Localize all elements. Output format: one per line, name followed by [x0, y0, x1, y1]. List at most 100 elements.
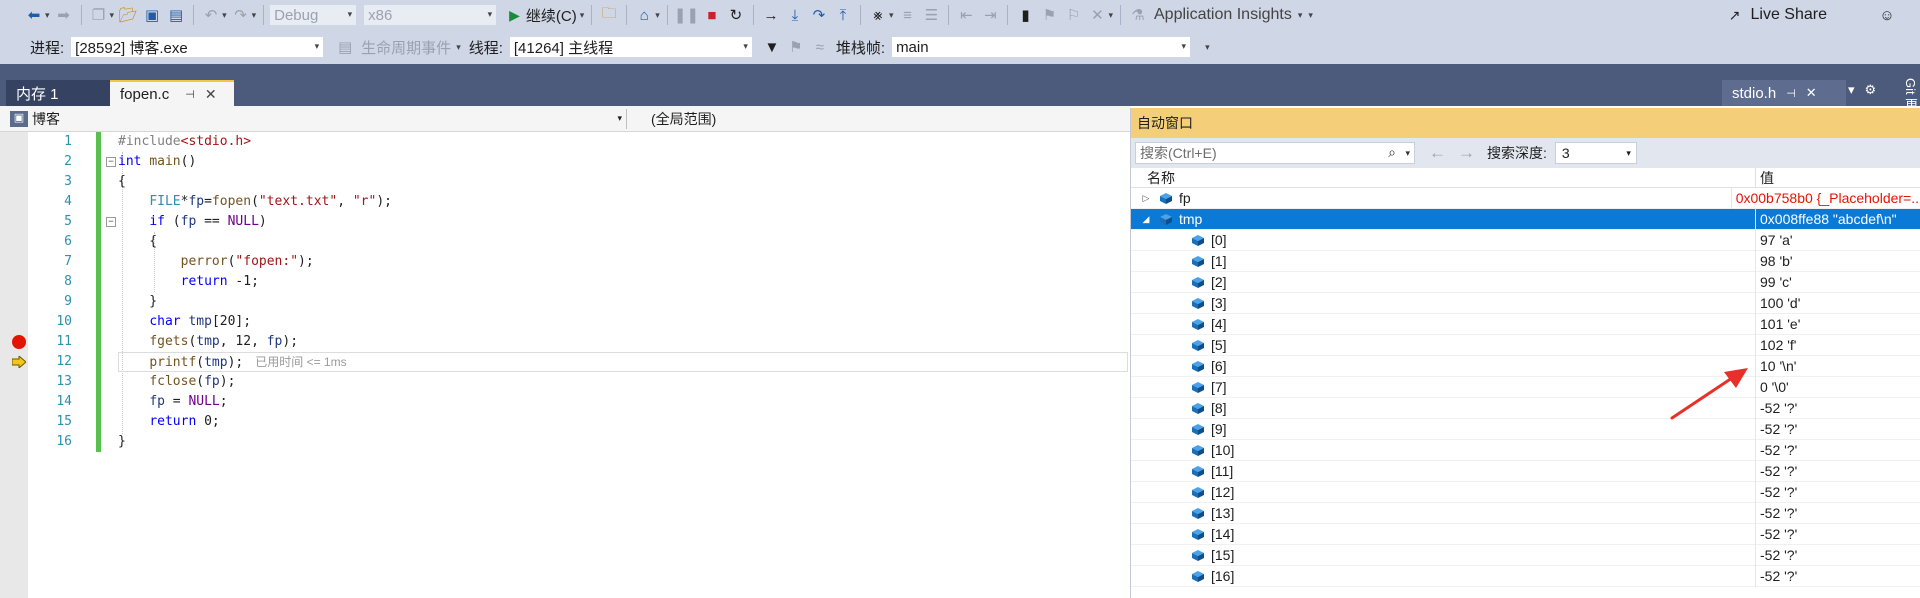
browser-link-dropdown[interactable]: ▾	[655, 10, 660, 21]
instruction-pointer-icon[interactable]	[12, 356, 26, 368]
process-select[interactable]: [28592] 博客.exe ▾	[70, 36, 325, 58]
live-share-button[interactable]: Live Share	[1751, 6, 1828, 24]
autos-row[interactable]: [10] -52 '?'	[1131, 439, 1920, 461]
redo-icon[interactable]: ↷	[230, 3, 252, 27]
open-file-icon[interactable]: 📂︎	[117, 3, 139, 27]
navigate-back-dropdown[interactable]: ▾	[45, 10, 50, 21]
column-header-name[interactable]: 名称	[1131, 168, 1756, 187]
toolbar-overflow-dropdown-3[interactable]: ▾	[1205, 42, 1210, 53]
pin-icon[interactable]: ⊣	[185, 88, 195, 101]
stack-threads-icon[interactable]: ≈	[809, 35, 831, 59]
solution-configuration-select[interactable]: Debug ▾	[269, 4, 358, 26]
process-label: 进程:	[30, 39, 65, 57]
expand-icon[interactable]: ▷	[1139, 193, 1153, 204]
toggle-comment-icon[interactable]: ≡	[896, 3, 918, 27]
thread-select[interactable]: [41264] 主线程 ▾	[508, 36, 753, 58]
autos-row[interactable]: [1] 98 'b'	[1131, 250, 1920, 272]
project-select[interactable]: ▣ 博客 ▾	[10, 109, 622, 129]
code-text[interactable]: #include<stdio.h> int main() { FILE*fp=f…	[118, 132, 1128, 452]
solution-platform-select[interactable]: x86 ▾	[363, 4, 498, 26]
uncomment-icon[interactable]: ☰	[920, 3, 942, 27]
autos-row[interactable]: [12] -52 '?'	[1131, 481, 1920, 503]
undo-icon[interactable]: ↶	[200, 3, 222, 27]
autos-row[interactable]: [14] -52 '?'	[1131, 523, 1920, 545]
autos-title-bar[interactable]: 自动窗口	[1131, 108, 1920, 138]
elapsed-time-hint[interactable]: 已用时间 <= 1ms	[255, 355, 346, 369]
flag-threads-icon[interactable]: ⚑	[785, 35, 807, 59]
collapse-if-icon[interactable]: −	[106, 217, 116, 227]
account-feedback-icon[interactable]: ☺	[1876, 3, 1898, 27]
next-bookmark-icon[interactable]: ⚐	[1062, 3, 1084, 27]
step-out-icon[interactable]: ⤒	[832, 3, 854, 27]
search-options-dropdown-icon[interactable]: ▾	[1405, 148, 1410, 159]
tab-stdio-h[interactable]: stdio.h ⊣ ✕	[1722, 80, 1846, 106]
previous-bookmark-icon[interactable]: ⚑	[1038, 3, 1060, 27]
lifecycle-events-dropdown[interactable]: ▾	[456, 42, 461, 53]
filter-icon[interactable]: ▼	[761, 35, 783, 59]
continue-dropdown[interactable]: ▾	[580, 10, 585, 21]
autos-row[interactable]: ▷ fp 0x00b758b0 {_Placeholder=...}	[1131, 187, 1920, 209]
search-previous-icon[interactable]: ←	[1429, 143, 1446, 163]
collapse-icon[interactable]: ◢	[1139, 214, 1153, 225]
tab-fopen-c[interactable]: fopen.c ⊣ ✕	[110, 80, 234, 106]
save-all-icon[interactable]: ▤	[165, 3, 187, 27]
search-icon[interactable]: ⌕	[1388, 144, 1396, 161]
save-icon[interactable]: ▣	[141, 3, 163, 27]
undo-dropdown[interactable]: ▾	[222, 10, 227, 21]
autos-row[interactable]: [2] 99 'c'	[1131, 271, 1920, 293]
toolbar-overflow-dropdown-2[interactable]: ▾	[1308, 10, 1313, 21]
tab-memory-1[interactable]: 内存 1	[6, 80, 110, 106]
new-item-dropdown[interactable]: ▾	[110, 10, 115, 21]
autos-row[interactable]: [0] 97 'a'	[1131, 229, 1920, 251]
step-into-icon[interactable]: ⤓	[784, 3, 806, 27]
column-header-value[interactable]: 值	[1756, 168, 1774, 187]
restart-icon[interactable]: ↻	[725, 3, 747, 27]
stop-icon[interactable]: ■	[701, 3, 723, 27]
collapse-main-icon[interactable]: −	[106, 157, 116, 167]
scope-select[interactable]: (全局范围)	[626, 109, 1126, 129]
navigate-back-icon[interactable]: ⬅	[23, 3, 45, 27]
autos-row[interactable]: [9] -52 '?'	[1131, 418, 1920, 440]
stack-frame-select[interactable]: main ▾	[891, 36, 1192, 58]
close-icon[interactable]: ✕	[1806, 85, 1817, 101]
new-item-icon[interactable]: ❐	[88, 3, 110, 27]
decrease-indent-icon[interactable]: ⇤	[955, 3, 977, 27]
autos-row[interactable]: [5] 102 'f'	[1131, 334, 1920, 356]
code-editor[interactable]: 1 2 3 4 5 6 7 8 9 10 11 12 13 14 15 16 −…	[0, 132, 1130, 598]
folder-search-icon[interactable]: 🗀︎	[598, 3, 620, 27]
bookmark-icon[interactable]: ▮	[1014, 3, 1036, 27]
hot-reload-dropdown[interactable]: ▾	[889, 10, 894, 21]
browser-link-icon[interactable]: ⌂	[633, 3, 655, 27]
autos-row[interactable]: [3] 100 'd'	[1131, 292, 1920, 314]
autos-row[interactable]: [16] -52 '?'	[1131, 565, 1920, 587]
autos-row[interactable]: [7] 0 '\0'	[1131, 376, 1920, 398]
clear-bookmarks-icon[interactable]: ✕	[1086, 3, 1108, 27]
step-over-icon[interactable]: ↷	[808, 3, 830, 27]
close-icon[interactable]: ✕	[205, 86, 217, 103]
autos-row[interactable]: [4] 101 'e'	[1131, 313, 1920, 335]
application-insights-button[interactable]: Application Insights	[1154, 6, 1292, 24]
autos-search-input[interactable]: 搜索(Ctrl+E) ⌕ ▾	[1135, 142, 1415, 164]
autos-row[interactable]: [13] -52 '?'	[1131, 502, 1920, 524]
autos-row[interactable]: [8] -52 '?'	[1131, 397, 1920, 419]
application-insights-dropdown[interactable]: ▾	[1298, 10, 1303, 21]
increase-indent-icon[interactable]: ⇥	[979, 3, 1001, 27]
autos-row[interactable]: [15] -52 '?'	[1131, 544, 1920, 566]
tab-list-dropdown-icon[interactable]: ▾	[1848, 82, 1855, 98]
search-next-icon[interactable]: →	[1458, 143, 1475, 163]
continue-button[interactable]: ▶ 继续(C)	[505, 5, 581, 26]
gear-icon[interactable]: ⚙	[1865, 82, 1877, 98]
pause-icon[interactable]: ❚❚	[674, 3, 699, 27]
autos-row[interactable]: ◢ tmp 0x008ffe88 "abcdef\n"	[1131, 208, 1920, 230]
breakpoint-icon[interactable]	[12, 335, 26, 349]
search-depth-select[interactable]: 3 ▾	[1554, 142, 1637, 164]
show-next-statement-icon[interactable]: →	[760, 3, 782, 27]
navigate-forward-icon[interactable]: ➡	[53, 3, 75, 27]
autos-row[interactable]: [6] 10 '\n'	[1131, 355, 1920, 377]
lifecycle-events-button[interactable]: 生命周期事件	[361, 37, 451, 58]
toolbar-overflow-dropdown[interactable]: ▾	[1108, 10, 1113, 21]
redo-dropdown[interactable]: ▾	[252, 10, 257, 21]
hot-reload-icon[interactable]: ⨳	[867, 3, 889, 27]
pin-icon[interactable]: ⊣	[1786, 87, 1796, 100]
autos-row[interactable]: [11] -52 '?'	[1131, 460, 1920, 482]
